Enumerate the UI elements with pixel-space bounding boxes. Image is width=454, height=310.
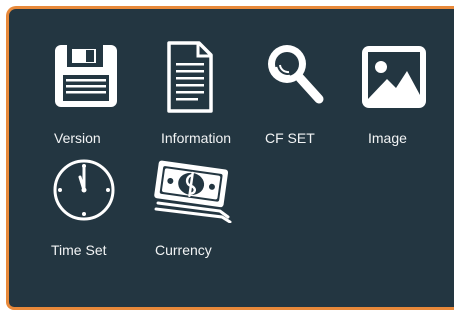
settings-menu-panel: Version Information CF SET Image Time Se… bbox=[6, 6, 454, 310]
menu-item-label: Time Set bbox=[51, 242, 107, 258]
floppy-disk-icon bbox=[52, 41, 122, 111]
menu-item-label: Information bbox=[161, 130, 232, 146]
banknotes-icon bbox=[150, 159, 234, 223]
magnifier-icon bbox=[262, 41, 328, 107]
document-icon bbox=[163, 41, 217, 113]
menu-item-label: CF SET bbox=[265, 130, 315, 146]
picture-icon bbox=[356, 41, 432, 113]
menu-item-label: Currency bbox=[155, 242, 212, 258]
menu-item-label: Version bbox=[54, 130, 101, 146]
clock-icon bbox=[51, 157, 117, 223]
menu-item-label: Image bbox=[368, 130, 407, 146]
